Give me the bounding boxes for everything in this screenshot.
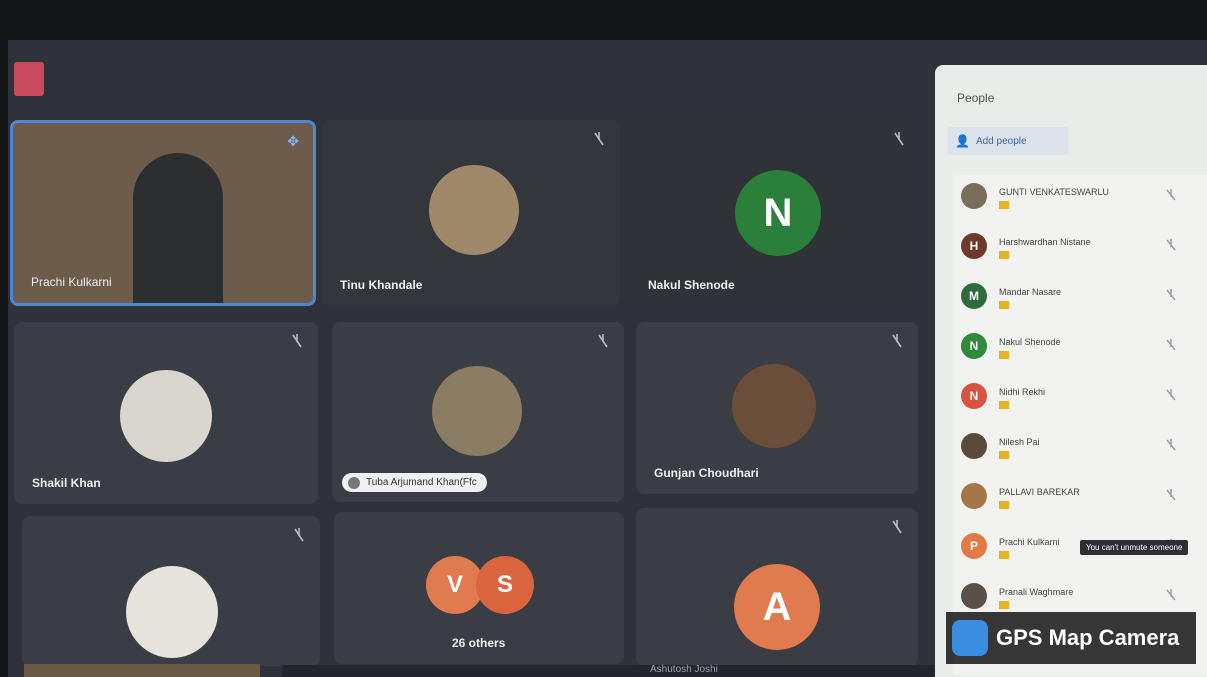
avatar: [126, 566, 218, 658]
mic-off-icon[interactable]: [1163, 237, 1179, 253]
mic-off-icon: [598, 334, 608, 348]
mic-off-icon[interactable]: [1163, 587, 1179, 603]
avatar: A: [734, 564, 820, 650]
mic-off-icon[interactable]: [1163, 437, 1179, 453]
status-badge: [999, 451, 1009, 459]
monitor-bezel-left: [0, 0, 8, 677]
mic-off-icon[interactable]: [1163, 187, 1179, 203]
participant-avatar: N: [961, 333, 987, 359]
participant-row[interactable]: Nilesh Pai: [953, 425, 1207, 475]
mic-off-icon: [892, 520, 902, 534]
participant-avatar: P: [961, 533, 987, 559]
status-badge: [999, 201, 1009, 209]
participant-name: Prachi Kulkarni: [31, 275, 112, 289]
avatar: N: [735, 170, 821, 256]
people-panel-title: People: [957, 91, 995, 105]
mic-off-icon[interactable]: [1163, 287, 1179, 303]
video-tile-prachi[interactable]: ✥ Prachi Kulkarni: [10, 120, 316, 306]
participant-name: Mandar Nasare: [999, 287, 1062, 297]
video-tile-ashutosh[interactable]: A: [636, 508, 918, 666]
add-person-icon: 👤: [955, 134, 970, 148]
others-count: 26 others: [452, 636, 506, 650]
participant-avatar: [961, 433, 987, 459]
app-logo-icon: [14, 62, 44, 96]
participant-name: Nidhi Rekhi: [999, 387, 1046, 397]
avatar: [732, 364, 816, 448]
avatar-s: S: [476, 556, 534, 614]
participant-row[interactable]: H Harshwardhan Nistane: [953, 225, 1207, 275]
avatar: [429, 165, 519, 255]
participant-avatar: [961, 583, 987, 609]
bottom-control-bar: [282, 665, 947, 677]
bottom-participant-name: Ashutosh Joshi: [650, 664, 718, 675]
video-tile-nakul[interactable]: N Nakul Shenode: [630, 120, 920, 306]
video-tile-tinu[interactable]: Tinu Khandale: [322, 120, 620, 306]
status-badge: [999, 551, 1009, 559]
mic-off-icon[interactable]: [1163, 487, 1179, 503]
video-tile-participant[interactable]: [22, 516, 320, 666]
status-badge: [999, 351, 1009, 359]
participant-video-figure: [133, 153, 223, 303]
map-pin-icon: [952, 620, 988, 656]
participant-row[interactable]: N Nidhi Rekhi: [953, 375, 1207, 425]
participant-avatar: H: [961, 233, 987, 259]
video-tile-shakil[interactable]: Shakil Khan: [14, 322, 318, 504]
participant-name: Tuba Arjumand Khan(Ffc: [366, 477, 477, 488]
mic-off-icon: [294, 528, 304, 542]
participant-name: Tinu Khandale: [340, 278, 423, 292]
mic-off-icon[interactable]: [1163, 337, 1179, 353]
user-icon: [348, 477, 360, 489]
participant-list: GUNTI VENKATESWARLU H Harshwardhan Nistane…: [953, 175, 1207, 675]
gps-watermark: GPS Map Camera: [946, 612, 1196, 664]
participant-name: Nilesh Pai: [999, 437, 1040, 447]
participant-name: Shakil Khan: [32, 476, 101, 490]
avatar: [120, 370, 212, 462]
mic-off-icon: [594, 132, 604, 146]
mic-off-icon[interactable]: [1163, 387, 1179, 403]
status-badge: [999, 251, 1009, 259]
participant-avatar: N: [961, 383, 987, 409]
video-tile-gunjan[interactable]: Gunjan Choudhari: [636, 322, 918, 494]
participant-avatar: M: [961, 283, 987, 309]
monitor-bezel-top: [0, 0, 1207, 40]
participant-name: Nakul Shenode: [648, 278, 735, 292]
participant-name: PALLAVI BAREKAR: [999, 487, 1080, 497]
participant-avatar: [961, 483, 987, 509]
gps-watermark-text: GPS Map Camera: [996, 625, 1180, 650]
mic-off-icon: [892, 334, 902, 348]
self-view-thumbnail: [24, 664, 260, 677]
add-people-label: Add people: [975, 135, 1027, 147]
people-panel: People 👤 Add people GUNTI VENKATESWARLU H…: [935, 65, 1207, 677]
participant-name: Harshwardhan Nistane: [999, 237, 1091, 247]
participant-name: Pranali Waghmare: [999, 587, 1074, 597]
participant-name: GUNTI VENKATESWARLU: [999, 187, 1110, 197]
status-badge: [999, 401, 1009, 409]
mic-off-icon: [292, 334, 302, 348]
name-pill: Tuba Arjumand Khan(Ffc: [342, 473, 487, 492]
pin-icon[interactable]: ✥: [287, 133, 299, 150]
participant-row[interactable]: M Mandar Nasare: [953, 275, 1207, 325]
participant-row[interactable]: GUNTI VENKATESWARLU: [953, 175, 1207, 225]
status-badge: [999, 301, 1009, 309]
participant-name: Nakul Shenode: [999, 337, 1061, 347]
participant-row[interactable]: PALLAVI BAREKAR: [953, 475, 1207, 525]
participant-name: Prachi Kulkarni: [999, 537, 1060, 547]
add-people-button[interactable]: 👤 Add people: [947, 127, 1069, 155]
status-badge: [999, 601, 1009, 609]
tooltip: You can't unmute someone: [1080, 540, 1189, 555]
participant-name: Gunjan Choudhari: [654, 466, 759, 480]
mic-off-icon: [894, 132, 904, 146]
video-tile-others[interactable]: V S 26 others: [334, 512, 624, 664]
video-tile-tuba[interactable]: Tuba Arjumand Khan(Ffc: [332, 322, 624, 502]
avatar: [432, 366, 522, 456]
participant-row[interactable]: N Nakul Shenode: [953, 325, 1207, 375]
participant-avatar: [961, 183, 987, 209]
status-badge: [999, 501, 1009, 509]
